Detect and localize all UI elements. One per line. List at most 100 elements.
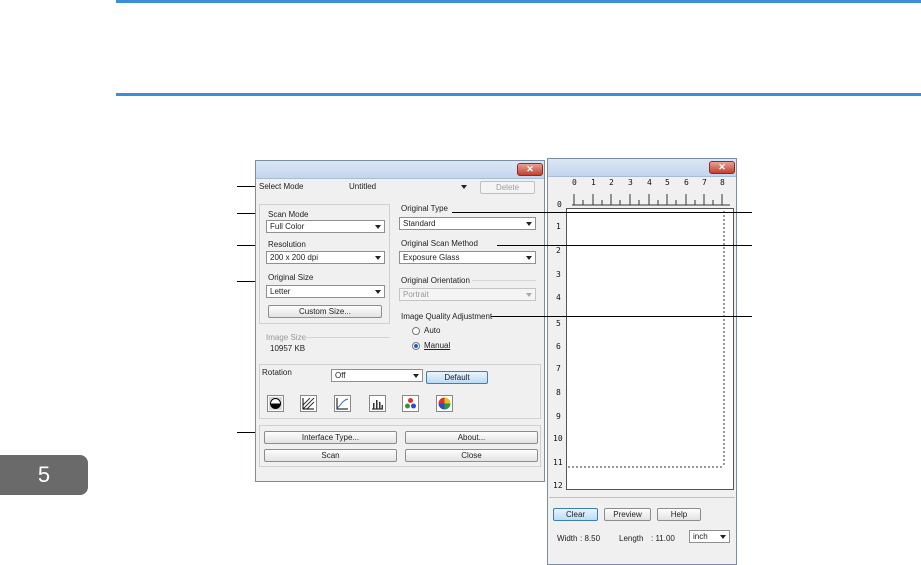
- ruler-label: 9: [556, 412, 561, 421]
- ruler-top: 0 1 2 3 4 5 6 7 8: [566, 178, 736, 208]
- delete-button[interactable]: Delete: [480, 181, 535, 194]
- ruler-label: 4: [556, 293, 561, 302]
- ruler-label: 7: [556, 364, 561, 373]
- preview-area[interactable]: [566, 208, 734, 490]
- scan-method-combo[interactable]: Exposure Glass: [399, 251, 536, 264]
- scan-method-value: Exposure Glass: [403, 253, 460, 262]
- auto-label: Auto: [424, 326, 441, 335]
- callout-line: [497, 245, 752, 246]
- ruler-label: 3: [628, 178, 633, 187]
- quality-label: Image Quality Adjustment: [401, 312, 493, 321]
- original-type-value: Standard: [403, 219, 436, 228]
- ruler-left: 1 2 3 4 5 6 7 8 9 10 11 12: [553, 208, 566, 493]
- rotation-label: Rotation: [262, 368, 292, 377]
- resolution-value: 200 x 200 dpi: [270, 253, 319, 262]
- scan-method-label: Original Scan Method: [401, 239, 478, 248]
- preview-button[interactable]: Preview: [604, 508, 651, 521]
- scan-area-outline: [568, 211, 725, 468]
- auto-radio[interactable]: [412, 327, 420, 335]
- chevron-down-icon: [375, 256, 381, 260]
- divider: [472, 280, 536, 281]
- divider: [549, 497, 735, 498]
- default-button[interactable]: Default: [426, 371, 488, 384]
- scan-mode-label: Scan Mode: [268, 210, 309, 219]
- length-value: : 11.00: [651, 534, 675, 543]
- orientation-label: Original Orientation: [401, 276, 470, 285]
- orientation-combo[interactable]: Portrait: [399, 288, 536, 301]
- color-balance-icon[interactable]: [402, 395, 419, 412]
- scan-button[interactable]: Scan: [264, 449, 397, 462]
- unit-combo[interactable]: inch: [689, 530, 730, 543]
- ruler-label: 7: [702, 178, 707, 187]
- unit-value: inch: [693, 532, 708, 541]
- tone-curve-icon[interactable]: [334, 395, 351, 412]
- rotation-value: Off: [335, 371, 346, 380]
- dialog-titlebar: ✕: [256, 161, 544, 179]
- chapter-tab: 5: [0, 455, 88, 495]
- ruler-label: 4: [647, 178, 652, 187]
- chevron-down-icon: [461, 185, 467, 189]
- clear-button[interactable]: Clear: [553, 508, 598, 521]
- ruler-label: 5: [665, 178, 670, 187]
- rotation-combo[interactable]: Off: [331, 369, 423, 382]
- manual-radio[interactable]: [412, 342, 420, 350]
- custom-size-button[interactable]: Custom Size...: [268, 305, 382, 318]
- about-button[interactable]: About...: [405, 431, 538, 444]
- ruler-label: 10: [553, 434, 563, 443]
- length-label: Length: [619, 534, 644, 543]
- original-type-label: Original Type: [401, 204, 448, 213]
- select-mode-value: Untitled: [349, 182, 377, 191]
- close-button[interactable]: Close: [405, 449, 538, 462]
- ruler-label: 12: [553, 481, 563, 490]
- ruler-label: 1: [591, 178, 596, 187]
- close-icon[interactable]: ✕: [709, 161, 735, 174]
- original-size-combo[interactable]: Letter: [266, 285, 385, 298]
- orientation-value: Portrait: [403, 290, 429, 299]
- callout-line: [452, 212, 752, 213]
- original-type-combo[interactable]: Standard: [399, 217, 536, 230]
- help-button[interactable]: Help: [657, 508, 701, 521]
- ruler-label: 2: [556, 246, 561, 255]
- ruler-label: 6: [684, 178, 689, 187]
- resolution-combo[interactable]: 200 x 200 dpi: [266, 251, 385, 264]
- ruler-label: 8: [720, 178, 725, 187]
- chevron-down-icon: [375, 290, 381, 294]
- chevron-down-icon: [526, 293, 532, 297]
- scan-mode-value: Full Color: [270, 222, 305, 231]
- image-size-value: 10957 KB: [270, 344, 306, 353]
- color-wheel-icon[interactable]: [436, 395, 453, 412]
- ruler-label: 2: [609, 178, 614, 187]
- header-rule-top: [116, 0, 921, 3]
- width-value: : 8.50: [580, 534, 601, 543]
- chevron-down-icon: [375, 225, 381, 229]
- threshold-icon[interactable]: [300, 395, 317, 412]
- original-size-label: Original Size: [268, 273, 314, 282]
- original-size-value: Letter: [270, 287, 291, 296]
- chevron-down-icon: [720, 535, 726, 539]
- ruler-label: 3: [556, 270, 561, 279]
- width-label: Width: [557, 534, 578, 543]
- chevron-down-icon: [526, 222, 532, 226]
- close-icon[interactable]: ✕: [517, 163, 543, 176]
- ruler-label: 6: [556, 342, 561, 351]
- ruler-top-ticks: [572, 194, 730, 206]
- header-rule-bottom: [116, 93, 921, 96]
- ruler-label: 5: [556, 319, 561, 328]
- mirror-icon[interactable]: [267, 395, 284, 412]
- ruler-label: 1: [556, 222, 561, 231]
- histogram-icon[interactable]: [369, 395, 386, 412]
- divider: [304, 337, 390, 338]
- chevron-down-icon: [526, 256, 532, 260]
- scan-mode-combo[interactable]: Full Color: [266, 220, 385, 233]
- preview-titlebar: ✕: [548, 159, 736, 177]
- ruler-label: 0: [572, 178, 577, 187]
- resolution-label: Resolution: [268, 240, 306, 249]
- ruler-label: 8: [556, 388, 561, 397]
- callout-line: [491, 316, 752, 317]
- select-mode-combo[interactable]: Untitled: [346, 181, 470, 194]
- interface-type-button[interactable]: Interface Type...: [264, 431, 397, 444]
- chevron-down-icon: [413, 374, 419, 378]
- image-size-label: Image Size: [266, 333, 307, 342]
- ruler-label: 11: [553, 458, 563, 467]
- manual-label: Manual: [424, 341, 451, 350]
